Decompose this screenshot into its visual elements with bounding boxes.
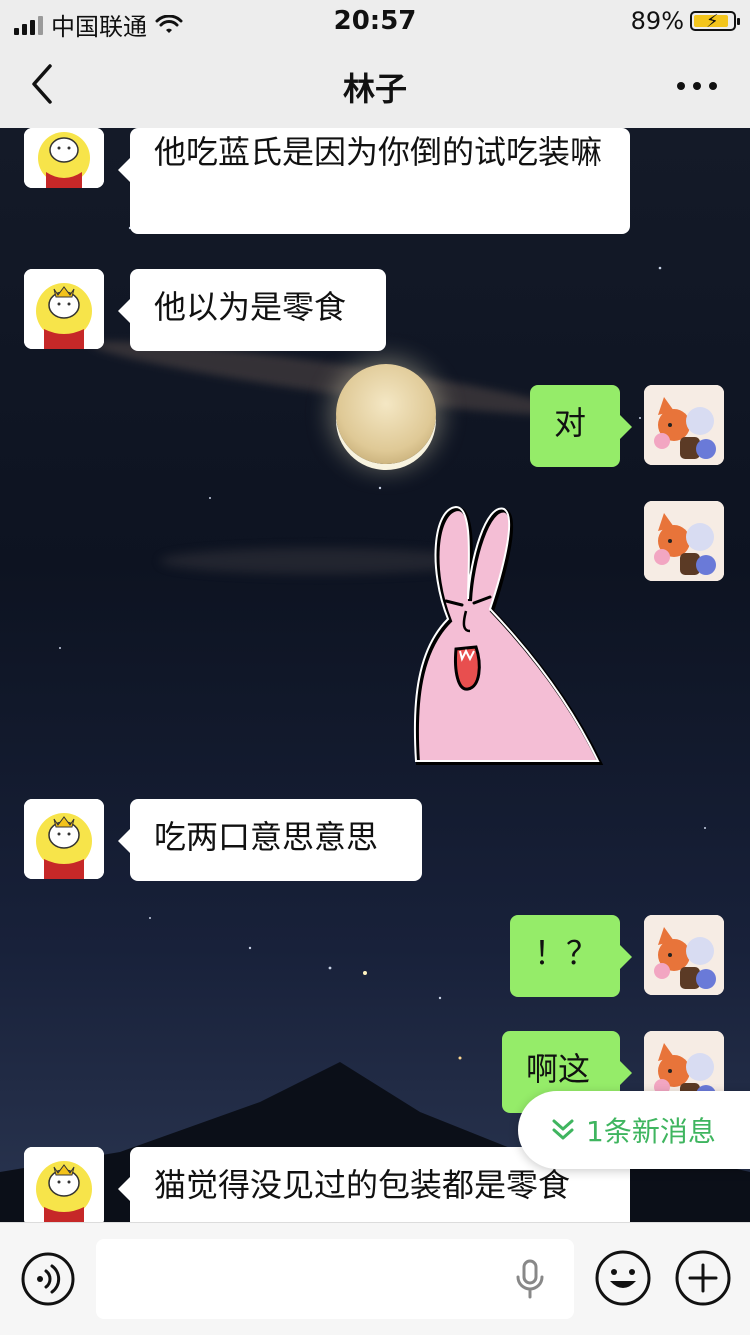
- message-bubble[interactable]: 吃两口意思意思: [118, 799, 422, 881]
- message-bubble[interactable]: 对: [530, 385, 632, 467]
- more-icon[interactable]: [672, 66, 722, 106]
- status-bar: 中国联通 20:57 89% ⚡: [0, 0, 750, 42]
- add-icon[interactable]: [674, 1249, 732, 1307]
- voice-mode-icon[interactable]: [20, 1251, 76, 1307]
- self-avatar[interactable]: [644, 501, 724, 581]
- input-bar: [0, 1222, 750, 1335]
- self-avatar[interactable]: [644, 915, 724, 995]
- chat-title: 林子: [342, 70, 407, 108]
- battery-percent: 89%: [630, 7, 684, 35]
- message-bubble[interactable]: 他吃蓝氏是因为你倒的试吃装嘛: [118, 128, 630, 234]
- emoji-icon[interactable]: [594, 1249, 652, 1307]
- status-right: 89% ⚡: [630, 7, 740, 35]
- double-chevron-down-icon: [552, 1119, 574, 1140]
- contact-avatar[interactable]: [24, 269, 104, 349]
- microphone-icon[interactable]: [514, 1259, 546, 1299]
- new-message-button[interactable]: 1条新消息: [518, 1091, 750, 1169]
- contact-avatar[interactable]: [24, 799, 104, 879]
- background-moon: [336, 364, 436, 464]
- message-bubble[interactable]: ！？: [510, 915, 632, 997]
- charging-icon: ⚡: [706, 11, 719, 32]
- chat-area[interactable]: 他吃蓝氏是因为你倒的试吃装嘛 他以为是零食 对 吃两口意思意思 ！？ 啊这 猫觉…: [0, 128, 750, 1222]
- contact-avatar[interactable]: [24, 1147, 104, 1222]
- self-avatar[interactable]: [644, 385, 724, 465]
- message-bubble[interactable]: 他以为是零食: [118, 269, 386, 351]
- nav-bar: 林子: [0, 42, 750, 129]
- battery-icon: ⚡: [690, 11, 740, 32]
- contact-avatar[interactable]: [24, 128, 104, 188]
- pink-rabbit-sticker[interactable]: [410, 501, 610, 766]
- message-input[interactable]: [96, 1239, 574, 1319]
- new-message-label: 1条新消息: [586, 1115, 716, 1148]
